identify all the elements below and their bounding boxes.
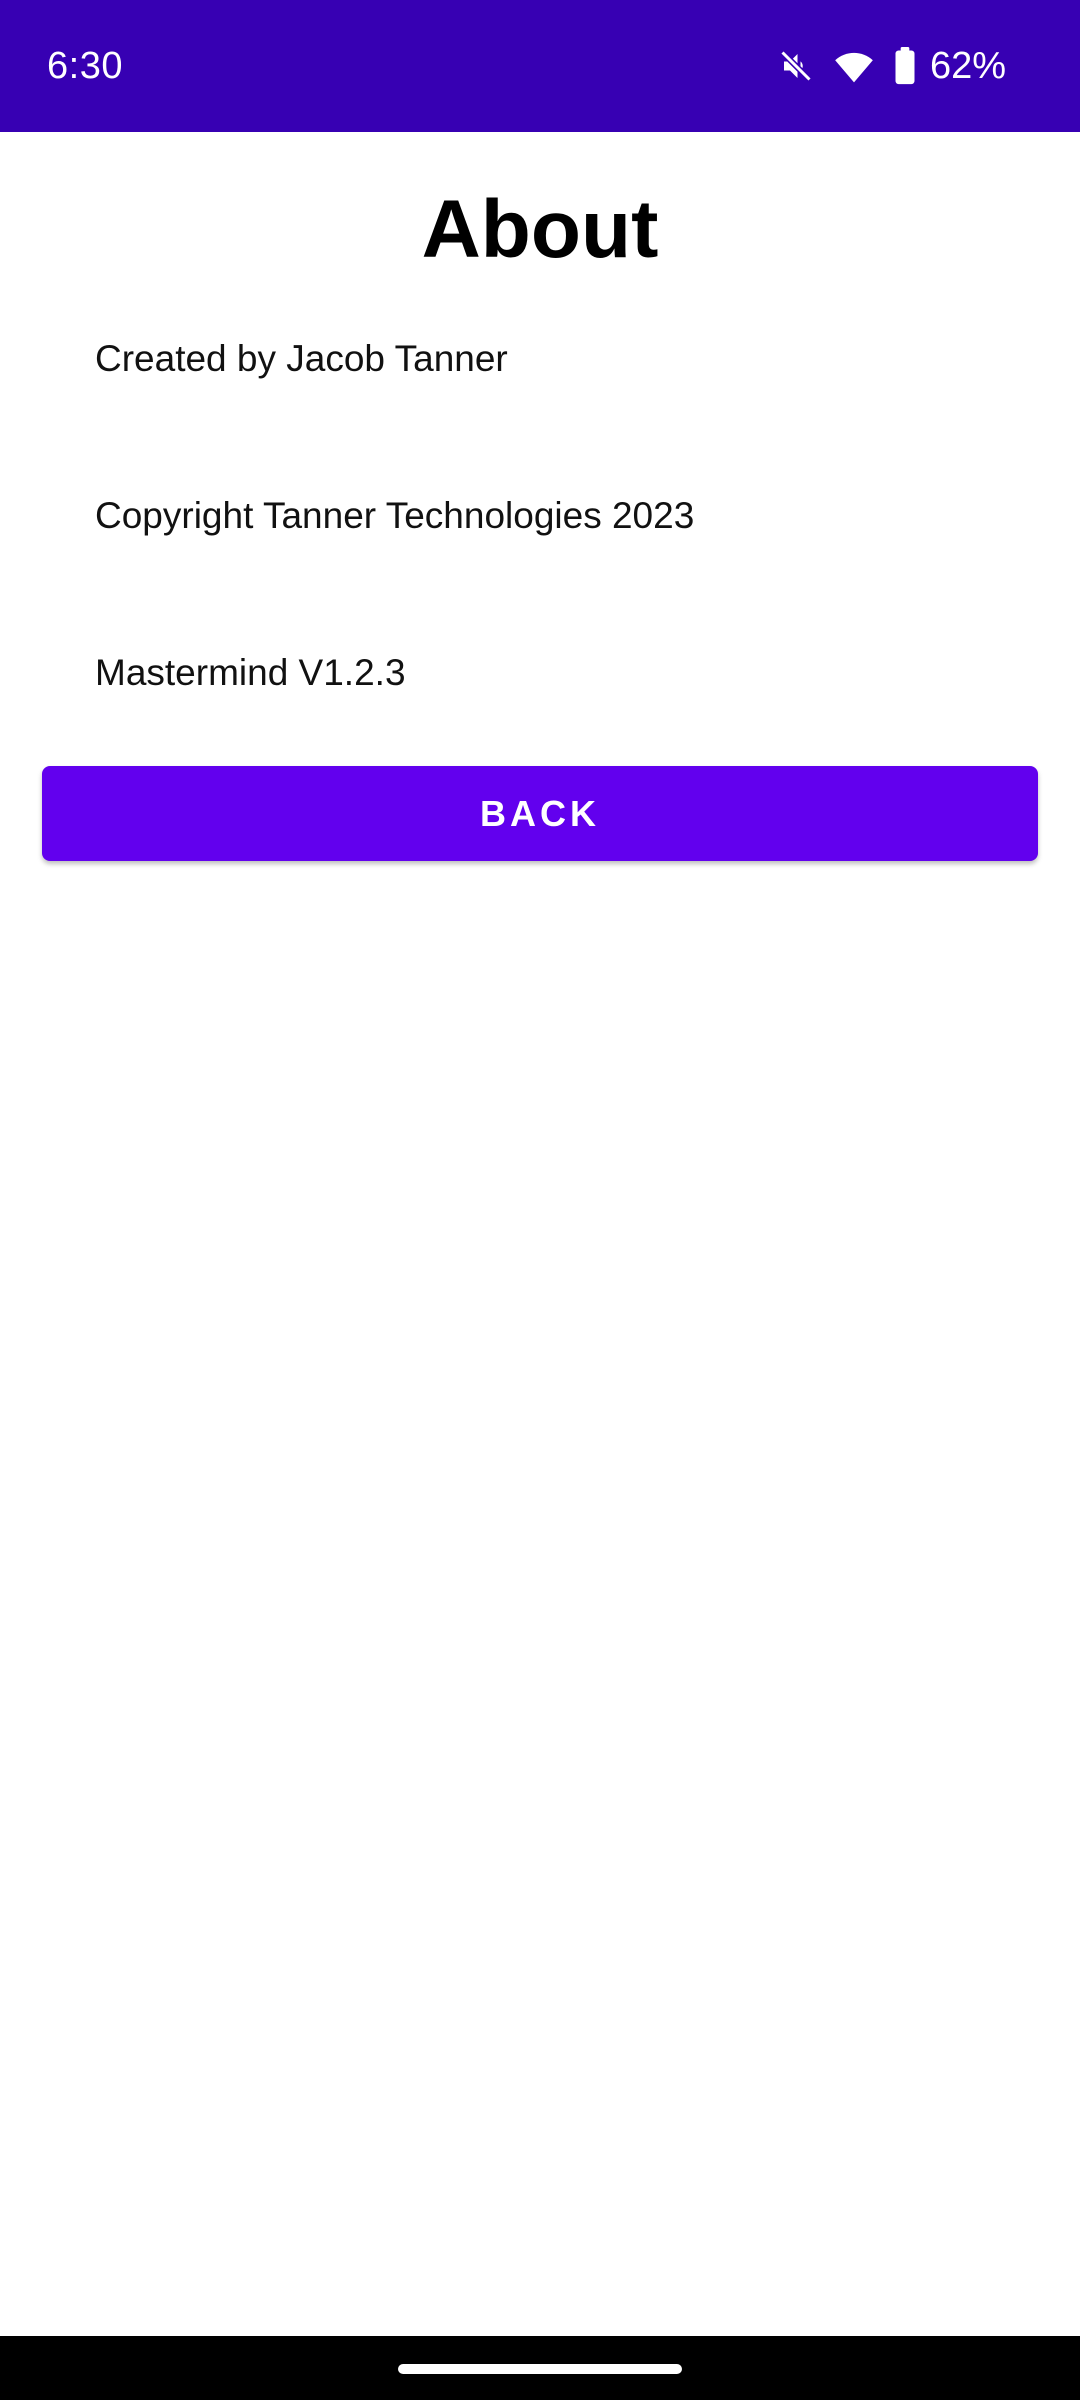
version-text: Mastermind V1.2.3 [95, 652, 406, 693]
copyright-text: Copyright Tanner Technologies 2023 [95, 495, 695, 536]
status-icons: 62% [778, 36, 1006, 96]
mute-icon [778, 48, 814, 84]
battery-percent: 62% [929, 45, 1006, 87]
home-handle[interactable] [398, 2364, 682, 2374]
status-bar: 6:30 62% [0, 0, 1080, 132]
back-button[interactable]: BACK [42, 766, 1038, 861]
navigation-bar [0, 2336, 1080, 2400]
page-title: About [421, 184, 659, 275]
about-screen: 6:30 62% About Created by Jacob Tanner C… [0, 0, 1080, 2400]
wifi-icon [834, 48, 874, 84]
status-time: 6:30 [47, 45, 123, 87]
credits-text: Created by Jacob Tanner [95, 338, 508, 379]
battery-icon [894, 47, 916, 85]
